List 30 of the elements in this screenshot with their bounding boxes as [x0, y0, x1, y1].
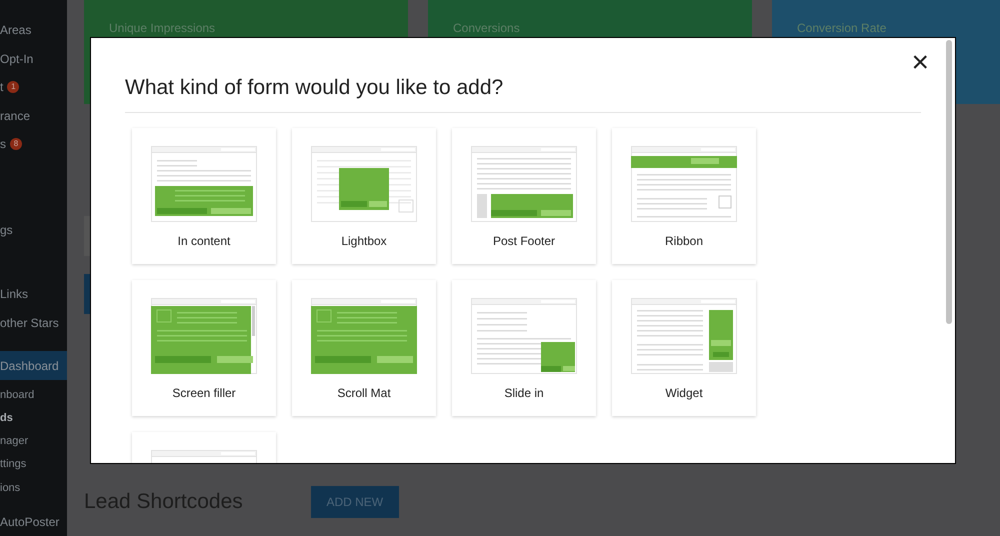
sidebar-item[interactable]: ds	[0, 406, 67, 430]
sidebar-item[interactable]: gs	[0, 216, 67, 244]
form-type-card[interactable]: Scroll Mat	[292, 280, 436, 416]
form-type-card[interactable]: In content	[132, 128, 276, 264]
sidebar-item[interactable]: t 1	[0, 73, 67, 102]
sidebar-item[interactable]: ions	[0, 476, 67, 500]
count-badge: 8	[10, 138, 22, 150]
stat-label: Unique Impressions	[109, 21, 216, 35]
form-type-card[interactable]: Post Footer	[452, 128, 596, 264]
stat-label: Conversions	[453, 21, 520, 35]
sidebar-item[interactable]: other Stars	[0, 308, 67, 338]
close-button[interactable]: ×	[911, 48, 929, 78]
sidebar-item[interactable]: Dashboard	[0, 351, 67, 380]
form-type-card[interactable]: Widget	[612, 280, 756, 416]
form-type-card[interactable]: Lightbox	[292, 128, 436, 264]
sidebar-item[interactable]: Areas	[0, 16, 67, 45]
sidebar-item[interactable]: Opt-In	[0, 44, 67, 74]
form-type-card[interactable]: Slide in	[452, 280, 596, 416]
sidebar-item[interactable]: nager	[0, 430, 67, 454]
sidebar-item[interactable]: rance	[0, 102, 67, 130]
form-type-card[interactable]: Ribbon	[612, 128, 756, 264]
sidebar-item[interactable]: Links	[0, 280, 67, 309]
sidebar-item[interactable]: AutoPoster	[0, 507, 67, 536]
count-badge: 1	[7, 81, 20, 94]
form-type-card[interactable]: Screen filler	[132, 280, 276, 416]
sidebar-item[interactable]: nboard	[0, 384, 67, 407]
stat-label: Conversion Rate	[797, 21, 886, 35]
modal-title: What kind of form would you like to add?	[125, 75, 504, 101]
sidebar-item[interactable]: s 8	[0, 130, 67, 159]
sidebar-item[interactable]: ttings	[0, 453, 67, 476]
